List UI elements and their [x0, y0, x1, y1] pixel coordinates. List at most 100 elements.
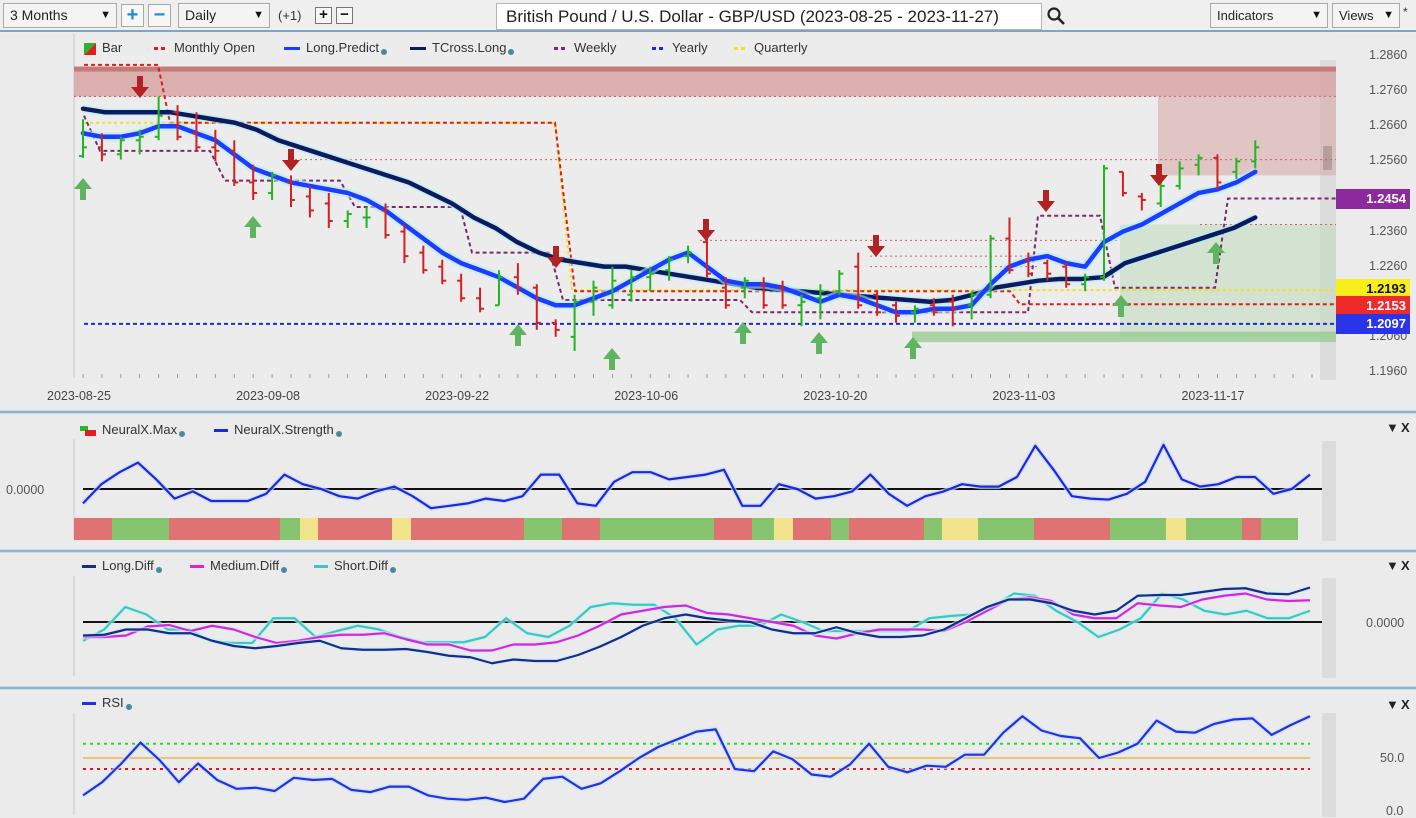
zoom-out-button[interactable]: −: [148, 4, 171, 27]
legend-label: Quarterly: [754, 40, 808, 55]
legend-item-medium-diff: Medium.Diff: [190, 558, 288, 573]
close-panel-icon[interactable]: X: [1401, 420, 1410, 435]
neuralx-max-cell-yellow: [392, 518, 411, 540]
range-select[interactable]: 3 Months ▼: [3, 3, 117, 28]
overflow-star[interactable]: *: [1403, 5, 1408, 19]
buy-zone: [1120, 224, 1336, 337]
settings-dot-icon[interactable]: [335, 431, 342, 437]
support-zone: [912, 331, 1336, 343]
dash-swatch-icon: [554, 46, 565, 50]
rsi-chart[interactable]: [0, 691, 1416, 818]
neuralx-max-cell-red: [1242, 518, 1261, 540]
panel-splitter[interactable]: [0, 410, 1416, 414]
symbol-search-input[interactable]: British Pound / U.S. Dollar - GBP/USD (2…: [496, 3, 1042, 30]
close-panel-icon[interactable]: X: [1401, 558, 1410, 573]
rsi-panel: RSI 50.0 0.0 ▼ X: [0, 691, 1416, 818]
legend-item-neuralx-strength: NeuralX.Strength: [214, 422, 342, 437]
panel-splitter[interactable]: [0, 686, 1416, 690]
plus-icon: +: [126, 4, 139, 26]
date-axis-label: 2023-11-17: [1181, 389, 1245, 403]
interval-select[interactable]: Daily ▼: [178, 3, 270, 28]
neuralx-max-cell-green: [752, 518, 774, 540]
neuralx-max-cell-green: [1110, 518, 1166, 540]
neuralx-max-swatch-icon: [80, 425, 96, 436]
date-axis-label: 2023-10-20: [803, 389, 868, 403]
neuralx-max-cell-red: [169, 518, 280, 540]
price-chart[interactable]: [0, 34, 1416, 412]
resistance-zone-edge: [74, 66, 1336, 72]
legend-label: Yearly: [672, 40, 708, 55]
neuralx-max-cell-green: [978, 518, 1034, 540]
neuralx-max-cell-red: [1034, 518, 1110, 540]
legend-label: Long.Diff: [102, 558, 154, 573]
line-swatch-icon: [214, 428, 228, 432]
panel-splitter[interactable]: [0, 549, 1416, 553]
zoom-in-button[interactable]: +: [121, 4, 144, 27]
settings-dot-icon[interactable]: [389, 567, 396, 573]
indicators-dropdown[interactable]: Indicators ▼: [1210, 3, 1328, 28]
neuralx-max-cell-yellow: [1166, 518, 1186, 540]
collapse-panel-icon[interactable]: ▼: [1386, 420, 1399, 435]
neuralx-strength-line: [82, 443, 1311, 510]
legend-item-neuralx-max: NeuralX.Max: [80, 422, 186, 437]
views-label: Views: [1339, 8, 1374, 23]
price-axis-label: 1.2760: [1369, 83, 1408, 98]
rsi-scrollbar: [1322, 713, 1336, 817]
neuralx-max-cell-green: [924, 518, 942, 540]
settings-dot-icon[interactable]: [381, 49, 387, 55]
line-swatch-icon: [410, 46, 426, 50]
price-axis-label: 1.2260: [1369, 258, 1408, 273]
legend-label: Monthly Open: [174, 40, 255, 55]
neuralx-max-cell-red: [74, 518, 112, 540]
neuralx-chart[interactable]: [0, 415, 1416, 549]
offset-minus-button[interactable]: −: [336, 7, 353, 24]
legend-item-quarterly: Quarterly: [734, 40, 807, 55]
collapse-panel-icon[interactable]: ▼: [1386, 558, 1399, 573]
settings-dot-icon[interactable]: [179, 431, 186, 437]
chevron-down-icon: ▼: [1383, 9, 1394, 21]
legend-item-yearly: Yearly: [652, 40, 708, 55]
minus-icon: −: [153, 4, 166, 26]
interval-select-value: Daily: [185, 7, 217, 23]
search-icon[interactable]: [1046, 6, 1066, 26]
settings-dot-icon[interactable]: [281, 567, 288, 573]
diff-scrollbar: [1322, 578, 1336, 678]
legend-label: NeuralX.Max: [102, 422, 178, 437]
rsi-line: [82, 715, 1311, 804]
legend-label: TCross.Long: [432, 40, 507, 55]
toolbar: 3 Months ▼ + − Daily ▼ (+1) + − British …: [0, 0, 1416, 32]
price-axis-label: 1.2860: [1369, 48, 1408, 63]
line-swatch-icon: [82, 564, 96, 568]
collapse-panel-icon[interactable]: ▼: [1386, 697, 1399, 712]
close-panel-icon[interactable]: X: [1401, 697, 1410, 712]
price-axis-label: 1.2660: [1369, 118, 1408, 133]
diff-chart[interactable]: [0, 554, 1416, 686]
line-swatch-icon: [314, 564, 328, 568]
line-swatch-icon: [82, 701, 96, 705]
legend-label: Bar: [102, 40, 123, 55]
settings-dot-icon[interactable]: [155, 567, 162, 573]
date-axis-label: 2023-11-03: [992, 389, 1056, 403]
neuralx-scrollbar: [1322, 441, 1336, 541]
views-dropdown[interactable]: Views ▼: [1332, 3, 1400, 28]
neuralx-max-cell-green: [1186, 518, 1242, 540]
neuralx-zero-label: 0.0000: [6, 483, 45, 497]
offset-label: (+1): [278, 8, 302, 23]
offset-plus-button[interactable]: +: [315, 7, 332, 24]
diff-zero-label: 0.0000: [1366, 616, 1405, 630]
rsi-0-label: 0.0: [1386, 804, 1404, 818]
line-swatch-icon: [284, 46, 300, 50]
neuralx-max-cell-red: [411, 518, 524, 540]
price-axis-label: 1.2560: [1369, 153, 1408, 168]
neuralx-panel: NeuralX.Max NeuralX.Strength 0.0000 ▼ X: [0, 415, 1416, 549]
neuralx-max-cell-red: [849, 518, 924, 540]
date-axis-label: 2023-09-22: [425, 389, 490, 403]
date-axis-label: 2023-08-25: [47, 389, 111, 403]
neuralx-max-cell-yellow: [942, 518, 978, 540]
dash-swatch-icon: [154, 46, 165, 50]
neuralx-max-cell-green: [524, 518, 562, 540]
settings-dot-icon[interactable]: [125, 704, 132, 710]
neuralx-max-cell-red: [793, 518, 831, 540]
neuralx-max-cell-red: [562, 518, 600, 540]
settings-dot-icon[interactable]: [508, 49, 515, 55]
